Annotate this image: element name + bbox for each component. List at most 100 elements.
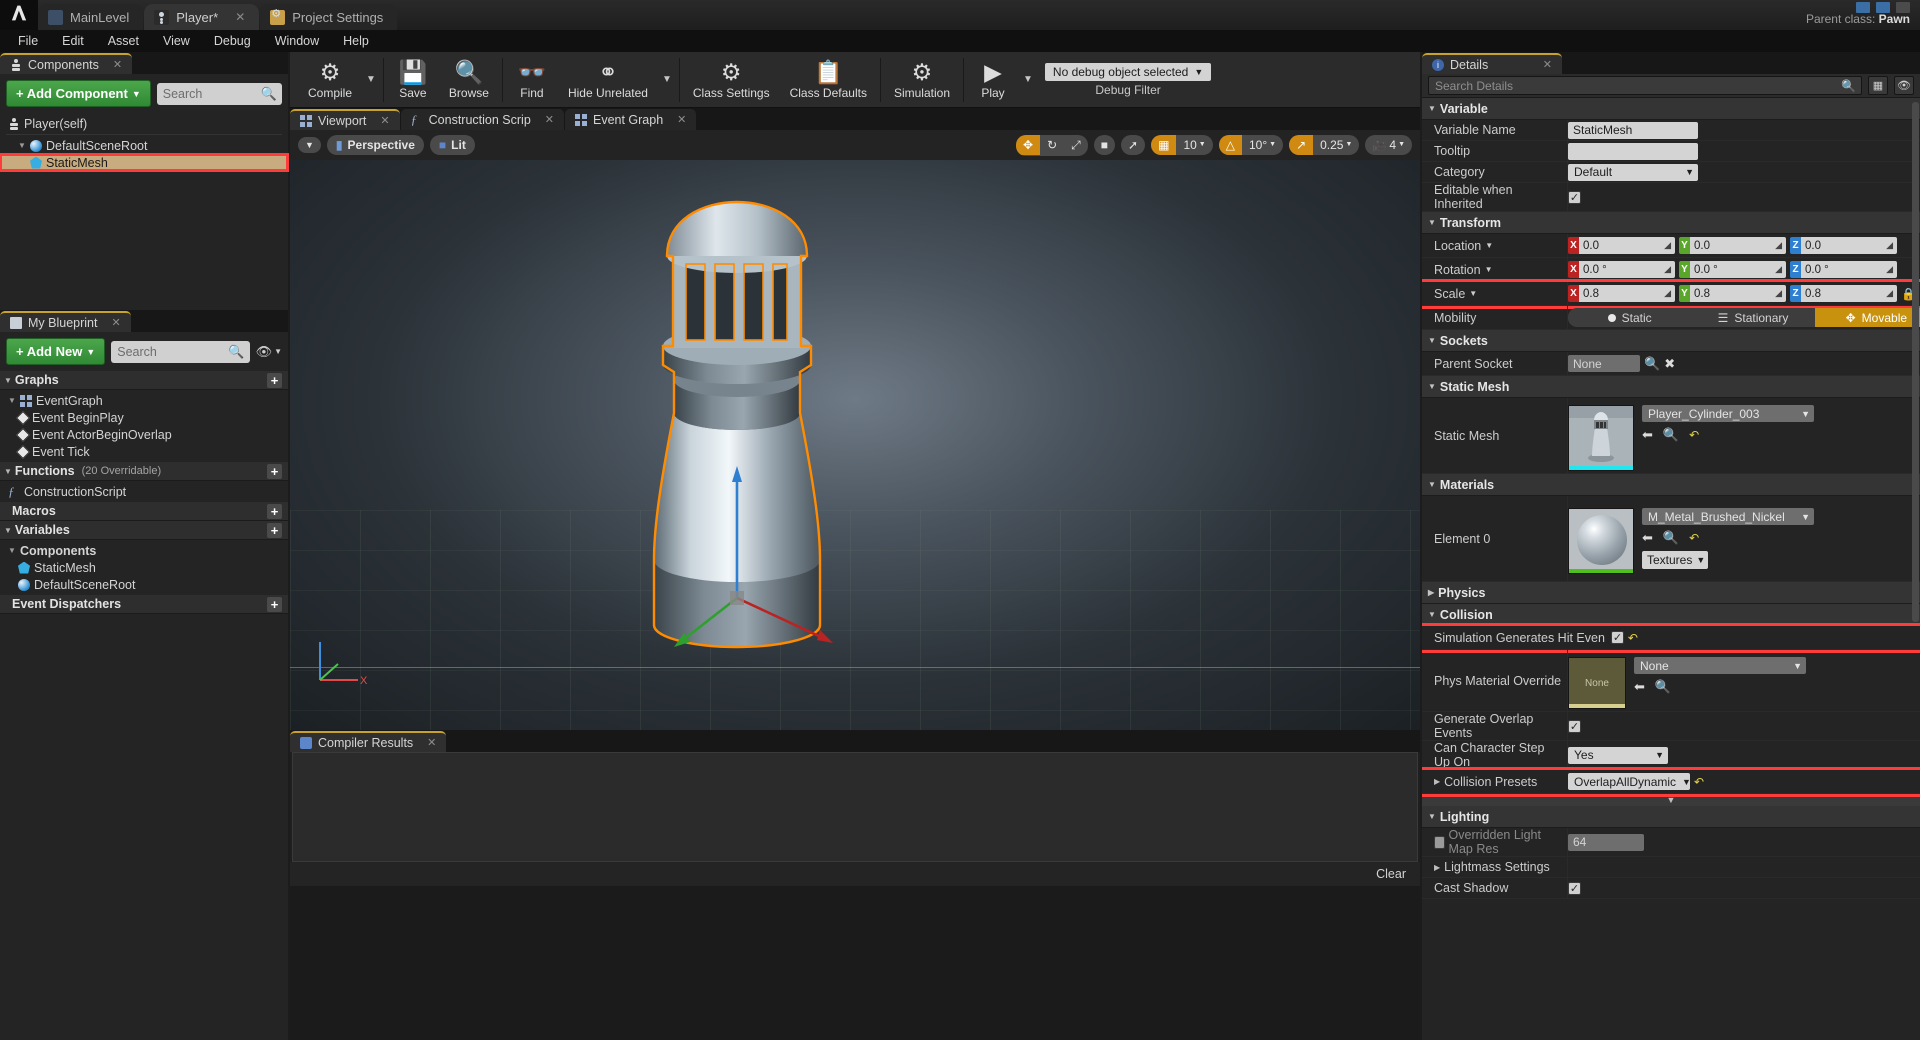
- add-function-button[interactable]: +: [267, 463, 282, 479]
- grid-view-button[interactable]: ▦: [1868, 76, 1888, 95]
- chevron-down-icon[interactable]: ▼: [4, 467, 12, 476]
- revert-icon[interactable]: ↶: [1628, 631, 1638, 645]
- tree-item-var-defaultsceneroot[interactable]: DefaultSceneRoot: [0, 576, 288, 593]
- close-icon[interactable]: ✕: [235, 10, 245, 24]
- variable-name-input[interactable]: StaticMesh: [1568, 121, 1698, 139]
- rotation-y-field[interactable]: Y 0.0 ° ◢: [1679, 261, 1786, 278]
- category-materials[interactable]: ▼ Materials: [1422, 474, 1920, 496]
- use-selected-asset-icon[interactable]: ⬅: [1642, 530, 1653, 546]
- clear-icon[interactable]: ✖: [1664, 356, 1675, 372]
- tab-my-blueprint[interactable]: My Blueprint ✕: [0, 311, 131, 332]
- add-variable-button[interactable]: +: [267, 522, 282, 538]
- find-button[interactable]: 👓 Find: [506, 57, 558, 103]
- close-icon[interactable]: ✕: [111, 316, 120, 329]
- category-sockets[interactable]: ▼ Sockets: [1422, 330, 1920, 352]
- menu-file[interactable]: File: [6, 32, 50, 50]
- category-static-mesh[interactable]: ▼ Static Mesh: [1422, 376, 1920, 398]
- chevron-down-icon[interactable]: ▼: [1428, 812, 1436, 821]
- search-details-input[interactable]: Search Details 🔍: [1428, 76, 1862, 95]
- my-blueprint-search-input[interactable]: Search 🔍: [111, 340, 250, 363]
- menu-window[interactable]: Window: [263, 32, 331, 50]
- grid-snap-toggle[interactable]: ▦: [1151, 135, 1177, 155]
- grid-snap-value[interactable]: 10 ▼: [1176, 135, 1212, 155]
- chevron-down-icon[interactable]: ▼: [1485, 241, 1493, 250]
- scale-snap-value[interactable]: 0.25 ▼: [1313, 135, 1359, 155]
- details-scrollbar[interactable]: [1912, 102, 1919, 622]
- tree-item-event-actorbeginoverlap[interactable]: Event ActorBeginOverlap: [0, 426, 288, 443]
- viewport-3d[interactable]: X: [290, 160, 1420, 730]
- save-button[interactable]: 💾 Save: [387, 57, 439, 103]
- tree-item-event-beginplay[interactable]: Event BeginPlay: [0, 409, 288, 426]
- spinner-icon[interactable]: ◢: [1664, 240, 1671, 251]
- rotate-gizmo-button[interactable]: ↻: [1040, 135, 1064, 155]
- phys-material-dropdown[interactable]: None ▼: [1634, 657, 1806, 674]
- tree-item-components-category[interactable]: ▼ Components: [0, 542, 288, 559]
- category-dropdown[interactable]: Default ▼: [1568, 163, 1698, 181]
- viewport-options-button[interactable]: ▼: [298, 137, 321, 153]
- menu-view[interactable]: View: [151, 32, 202, 50]
- revert-icon[interactable]: ↶: [1689, 531, 1699, 545]
- use-selected-asset-icon[interactable]: ⬅: [1634, 679, 1645, 695]
- overridden-light-map-res-checkbox[interactable]: [1434, 835, 1445, 849]
- chevron-down-icon[interactable]: ▼: [1469, 289, 1477, 298]
- tree-item-player-self[interactable]: Player(self): [0, 115, 288, 132]
- chevron-down-icon[interactable]: ▼: [1428, 480, 1436, 489]
- spinner-icon[interactable]: ◢: [1775, 288, 1782, 299]
- chevron-down-icon[interactable]: ▼: [4, 376, 12, 385]
- close-icon[interactable]: ✕: [1543, 58, 1552, 71]
- spinner-icon[interactable]: ◢: [1775, 264, 1782, 275]
- chevron-down-icon[interactable]: ▼: [1428, 104, 1436, 113]
- browse-asset-icon[interactable]: 🔍: [1655, 679, 1671, 695]
- rotation-snap-toggle[interactable]: △: [1218, 135, 1242, 155]
- generate-overlap-events-checkbox[interactable]: ✓: [1568, 719, 1581, 733]
- class-settings-button[interactable]: ⚙ Class Settings: [683, 57, 780, 103]
- translate-gizmo-button[interactable]: ✥: [1016, 135, 1041, 155]
- window-tab-mainlevel[interactable]: MainLevel: [38, 4, 144, 30]
- close-icon[interactable]: ✕: [545, 113, 554, 126]
- collision-expander[interactable]: ▼: [1422, 794, 1920, 806]
- material-asset-dropdown[interactable]: M_Metal_Brushed_Nickel ▼: [1642, 508, 1814, 525]
- details-scroll-area[interactable]: ▼ Variable Variable Name StaticMesh Tool…: [1422, 98, 1920, 1018]
- chevron-down-icon[interactable]: ▼: [8, 546, 16, 555]
- class-defaults-button[interactable]: 📋 Class Defaults: [780, 57, 877, 103]
- section-header-macros[interactable]: Macros +: [0, 502, 288, 521]
- scale-x-field[interactable]: X 0.8 ◢: [1568, 285, 1675, 302]
- spinner-icon[interactable]: ◢: [1886, 240, 1893, 251]
- chevron-right-icon[interactable]: ▶: [1434, 777, 1440, 786]
- world-space-button[interactable]: ■: [1094, 135, 1115, 155]
- add-event-dispatcher-button[interactable]: +: [267, 596, 282, 612]
- phys-material-thumbnail[interactable]: None: [1568, 657, 1626, 709]
- chevron-down-icon[interactable]: ▼: [1428, 218, 1436, 227]
- chevron-right-icon[interactable]: ▶: [1428, 588, 1434, 597]
- clear-button[interactable]: Clear: [1376, 867, 1406, 881]
- window-tab-player[interactable]: Player* ✕: [144, 4, 260, 30]
- tree-item-constructionscript[interactable]: ƒ ConstructionScript: [0, 483, 288, 500]
- spinner-icon[interactable]: ◢: [1664, 264, 1671, 275]
- view-mode-button[interactable]: ▮ Perspective: [326, 135, 424, 155]
- window-tab-project-settings[interactable]: Project Settings: [260, 4, 398, 30]
- menu-debug[interactable]: Debug: [202, 32, 263, 50]
- scale-y-field[interactable]: Y 0.8 ◢: [1679, 285, 1786, 302]
- collision-presets-dropdown[interactable]: OverlapAllDynamic ▼: [1568, 773, 1691, 790]
- category-transform[interactable]: ▼ Transform: [1422, 212, 1920, 234]
- compile-button[interactable]: ⚙ Compile: [298, 57, 362, 103]
- parent-socket-input[interactable]: None: [1568, 355, 1640, 372]
- components-search-input[interactable]: Search 🔍: [156, 82, 282, 105]
- textures-button[interactable]: Textures ▼: [1642, 551, 1708, 569]
- revert-icon[interactable]: ↶: [1694, 775, 1704, 789]
- hide-unrelated-chevron-icon[interactable]: ▼: [658, 74, 676, 85]
- browse-asset-icon[interactable]: 🔍: [1663, 427, 1679, 443]
- add-component-button[interactable]: + Add Component ▼: [6, 80, 151, 107]
- simulation-button[interactable]: ⚙ Simulation: [884, 57, 960, 103]
- visibility-options-button[interactable]: 👁 ▼: [256, 344, 282, 360]
- search-icon[interactable]: 🔍: [1644, 356, 1660, 372]
- category-lighting[interactable]: ▼ Lighting: [1422, 806, 1920, 828]
- light-map-res-input[interactable]: 64: [1568, 833, 1644, 851]
- static-mesh-preview[interactable]: [290, 160, 1420, 730]
- tree-item-defaultsceneroot[interactable]: ▼ DefaultSceneRoot: [0, 137, 288, 154]
- surface-snapping-button[interactable]: ➚: [1121, 135, 1145, 155]
- mobility-static-option[interactable]: Static: [1568, 308, 1691, 327]
- tab-event-graph[interactable]: Event Graph ✕: [564, 109, 697, 130]
- category-collision[interactable]: ▼ Collision: [1422, 604, 1920, 626]
- cast-shadow-checkbox[interactable]: ✓: [1568, 881, 1581, 895]
